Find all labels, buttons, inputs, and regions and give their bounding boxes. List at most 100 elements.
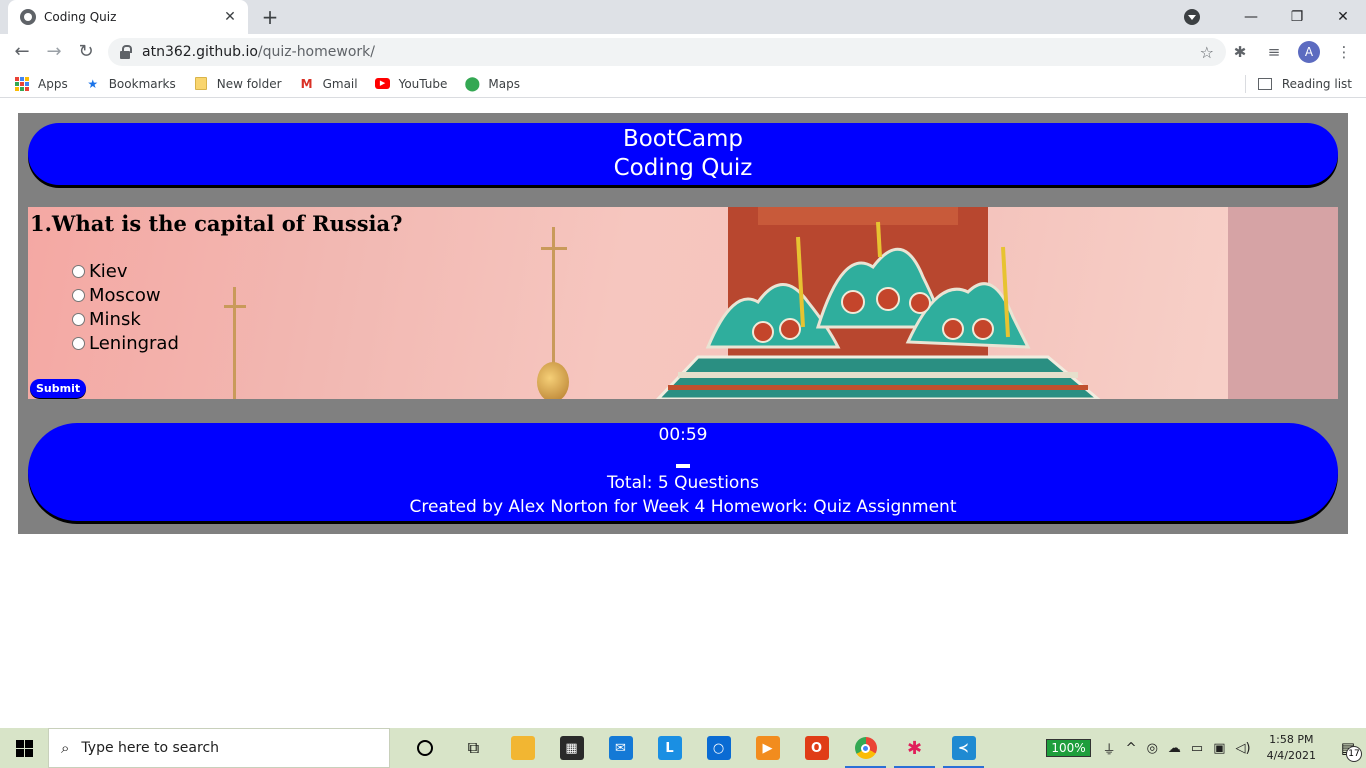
option-leningrad[interactable]: Leningrad [72,331,179,355]
camera-icon[interactable]: ◎ [1147,741,1158,756]
dell-icon: ○ [706,736,731,760]
back-icon[interactable]: ← [10,40,34,64]
bookmark-new-folder[interactable]: New folder [193,76,282,92]
radio-button[interactable] [72,288,85,302]
bookmark-label: YouTube [398,76,448,91]
search-icon: ⌕ [61,739,70,757]
file-explorer-button[interactable] [498,728,547,768]
cross-bar [541,247,567,250]
extensions-icon[interactable]: ✱ [1230,42,1250,62]
bookmark-maps[interactable]: ⬤ Maps [464,76,520,92]
power-plug-icon[interactable]: ⏚ [1103,739,1116,758]
radio-button[interactable] [72,264,85,278]
clock-time: 1:58 PM [1269,733,1314,746]
window-controls: — ❐ ✕ [1184,0,1366,34]
bookmark-label: Maps [488,76,520,91]
bookmark-apps[interactable]: Apps [14,76,68,92]
media-app-icon: ▶ [755,736,780,760]
close-tab-icon[interactable]: ✕ [222,9,238,25]
media-app-button[interactable]: ▶ [743,728,792,768]
minimize-button[interactable]: — [1228,0,1274,34]
toolbar-actions: ✱ ≡ A ⋮ [1230,40,1354,64]
option-label: Kiev [89,260,128,282]
url-text[interactable]: atn362.github.io/quiz-homework/ [142,44,1200,60]
tab-title: Coding Quiz [44,10,117,24]
taskbar-apps: ⧉ ▦ ✉ L ○ ▶ O ✱ ≺ [400,728,988,768]
option-minsk[interactable]: Minsk [72,307,179,331]
battery-icon[interactable]: ▭ [1191,741,1203,756]
vscode-button[interactable]: ≺ [939,728,988,768]
answer-options: Kiev Moscow Minsk Leningrad [72,259,179,355]
reload-icon[interactable]: ↻ [74,40,98,64]
slack-button[interactable]: ✱ [890,728,939,768]
option-kiev[interactable]: Kiev [72,259,179,283]
page-header: BootCamp Coding Quiz [28,123,1338,185]
chevron-up-icon[interactable]: ^ [1126,741,1137,756]
l-app-button[interactable]: L [645,728,694,768]
dell-button[interactable]: ○ [694,728,743,768]
background-strip [1228,207,1338,399]
cross-icon [233,287,236,399]
bookmark-bookmarks[interactable]: ★ Bookmarks [85,76,176,92]
office-icon: O [804,736,829,760]
media-control-icon[interactable]: ≡ [1264,42,1284,62]
chrome-button[interactable] [841,728,890,768]
new-tab-button[interactable]: + [258,5,282,29]
bookmark-label: New folder [216,76,282,91]
battery-indicator[interactable]: 100% [1046,739,1091,757]
restore-button[interactable]: ❐ [1274,0,1320,34]
tab-search-icon[interactable] [1184,9,1200,25]
page-footer: 00:59 Total: 5 Questions Created by Alex… [28,423,1338,521]
start-button[interactable] [0,728,48,768]
radio-button[interactable] [72,336,85,350]
header-line-1: BootCamp [622,126,744,152]
file-explorer-icon [510,736,535,760]
address-bar[interactable]: atn362.github.io/quiz-homework/ ☆ [108,38,1226,66]
question-text: 1.What is the capital of Russia? [30,211,403,236]
forward-icon[interactable]: → [42,40,66,64]
store-button[interactable]: ▦ [547,728,596,768]
onion-dome [537,362,569,399]
bookmark-gmail[interactable]: M Gmail [299,76,358,92]
office-button[interactable]: O [792,728,841,768]
chrome-icon [854,737,877,759]
volume-icon[interactable]: ◁) [1236,741,1251,756]
clock-date: 4/4/2021 [1266,749,1316,762]
close-window-button[interactable]: ✕ [1320,0,1366,34]
kremlin-tower-image [655,207,1101,399]
cortana-button[interactable] [400,728,449,768]
bookmark-label: Bookmarks [108,76,176,91]
credit-text: Created by Alex Norton for Week 4 Homewo… [409,497,957,517]
notifications-button[interactable]: ▤ 17 [1330,728,1366,768]
notification-count: 17 [1346,746,1362,762]
bookmark-label: Gmail [322,76,358,91]
task-view-button[interactable]: ⧉ [449,728,498,768]
gmail-icon: M [300,76,313,91]
onedrive-icon[interactable]: ☁ [1168,741,1181,756]
windows-logo-icon [15,739,33,757]
bookmark-star-icon[interactable]: ☆ [1200,43,1214,62]
maps-pin-icon: ⬤ [464,75,481,92]
slack-icon: ✱ [906,737,923,759]
reading-list-button[interactable]: Reading list [1244,70,1352,98]
network-icon[interactable]: ▣ [1213,741,1225,756]
cortana-icon [416,740,433,756]
menu-kebab-icon[interactable]: ⋮ [1334,42,1354,62]
clock[interactable]: 1:58 PM 4/4/2021 [1267,732,1316,764]
reading-list-icon [1257,78,1272,90]
bookmark-youtube[interactable]: ▶ YouTube [375,76,448,92]
taskbar-search[interactable]: ⌕ Type here to search [48,728,390,768]
l-app-icon: L [657,736,682,760]
star-icon: ★ [87,76,99,91]
system-tray: 100% ⏚ ^ ◎ ☁ ▭ ▣ ◁) 1:58 PM 4/4/2021 ▤ 1… [1046,728,1366,768]
radio-button[interactable] [72,312,85,326]
bookmarks-bar: Apps ★ Bookmarks New folder M Gmail ▶ Yo… [0,70,1366,98]
mail-button[interactable]: ✉ [596,728,645,768]
total-questions: Total: 5 Questions [607,473,759,493]
submit-button[interactable]: Submit [30,379,87,398]
browser-tab[interactable]: Coding Quiz ✕ [8,0,248,34]
lock-icon[interactable] [120,45,132,59]
profile-avatar[interactable]: A [1298,41,1320,63]
timer-display: 00:59 [658,425,708,445]
option-moscow[interactable]: Moscow [72,283,179,307]
